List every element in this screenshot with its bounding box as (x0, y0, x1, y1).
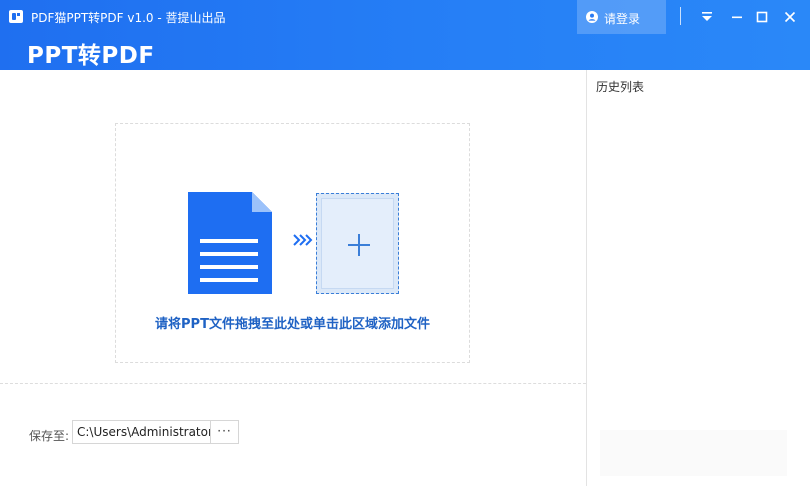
page-title: PPT转PDF (27, 43, 155, 69)
output-path-field[interactable]: C:\Users\Administrator (72, 420, 211, 444)
minimize-icon[interactable] (727, 7, 747, 27)
browse-button[interactable]: ··· (210, 420, 239, 444)
app-header: PDF猫PPT转PDF v1.0 - 菩提山出品 PPT转PDF 请登录 (0, 0, 810, 70)
save-to-label: 保存至: (29, 429, 70, 443)
add-file-box-inner (321, 198, 394, 289)
main-panel: 请将PPT文件拖拽至此处或单击此区域添加文件 保存至: C:\Users\Adm… (0, 70, 586, 486)
plus-icon (348, 234, 370, 256)
login-label: 请登录 (604, 12, 641, 26)
file-drop-zone[interactable]: 请将PPT文件拖拽至此处或单击此区域添加文件 (115, 123, 470, 363)
maximize-icon[interactable] (752, 7, 772, 27)
close-icon[interactable] (780, 7, 800, 27)
drop-hint-text: 请将PPT文件拖拽至此处或单击此区域添加文件 (155, 317, 430, 332)
triple-chevron-right-icon (293, 234, 313, 246)
window-title: PDF猫PPT转PDF v1.0 - 菩提山出品 (31, 11, 226, 25)
menu-dropdown-icon[interactable] (697, 7, 717, 27)
document-icon (188, 192, 272, 294)
app-logo-icon (9, 10, 23, 23)
history-footer (600, 430, 787, 476)
titlebar-separator (680, 7, 681, 25)
section-divider (0, 383, 586, 384)
user-icon (586, 11, 598, 23)
history-title: 历史列表 (596, 80, 645, 94)
add-file-box[interactable] (316, 193, 399, 294)
login-button[interactable]: 请登录 (577, 0, 666, 34)
history-panel: 历史列表 (586, 70, 810, 486)
